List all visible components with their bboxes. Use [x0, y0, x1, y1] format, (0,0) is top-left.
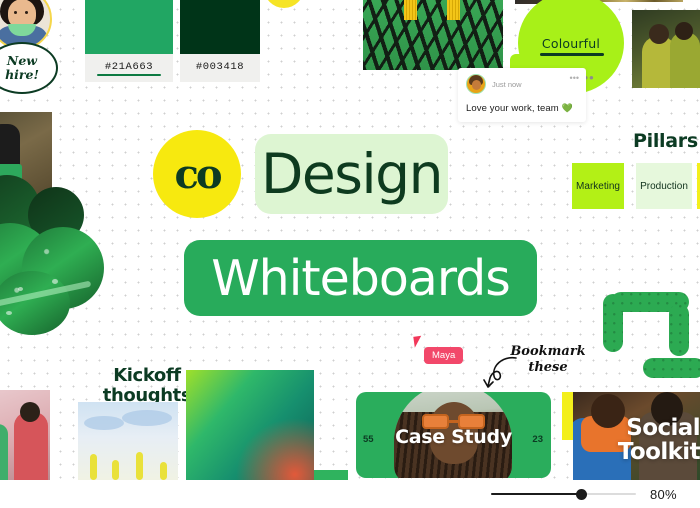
tube-segment: [669, 304, 689, 356]
new-hire-line-1: New: [6, 52, 38, 68]
photo-grass: [160, 462, 167, 480]
comment-message: Love your work, team 💚: [466, 103, 578, 114]
new-hire-line-2: hire!: [5, 67, 39, 82]
photo-person-a: [14, 412, 48, 480]
social-toolkit-line-2: Toolkit: [617, 439, 700, 466]
whiteboard-canvas[interactable]: New hire! #21A663 #003418 Colourful •••: [0, 0, 700, 480]
social-toolkit-line-1: Social: [626, 415, 700, 441]
clover-photo-mask[interactable]: [0, 175, 106, 335]
water-droplet: [6, 311, 12, 315]
photo-person-2: [670, 32, 700, 88]
comment-avatar-face: [472, 80, 481, 90]
comment-menu-icon[interactable]: •••: [570, 73, 579, 83]
avatar-eye-left: [14, 11, 17, 14]
sticky-note-label: Marketing: [576, 180, 620, 192]
co-logo-text: co: [174, 150, 222, 198]
color-swatch-card[interactable]: #003418: [180, 0, 260, 82]
green-tube-shape[interactable]: [603, 286, 700, 378]
green-edge-shape: [314, 470, 348, 480]
photo-sky-field[interactable]: [78, 402, 178, 480]
yellow-arc-shape: [264, 0, 304, 8]
sticky-note-label: Production: [640, 180, 688, 192]
whiteboards-text: Whiteboards: [211, 249, 511, 307]
bookmark-line-2: these: [528, 360, 568, 376]
water-droplet: [52, 279, 58, 284]
photo-person-b: [0, 424, 8, 480]
collaborator-cursor: Maya: [413, 335, 484, 366]
swatch-underline: [97, 73, 161, 76]
zoom-level-label: 80%: [650, 486, 677, 502]
case-study-card[interactable]: 55 23 Case Study: [356, 392, 551, 478]
photo-cloud: [122, 410, 172, 426]
design-heading-text: Design: [261, 142, 443, 206]
zoom-slider-fill: [491, 492, 581, 496]
color-hex-label: #21A663: [104, 61, 154, 73]
comment-avatar: [466, 74, 486, 94]
social-toolkit-card[interactable]: Social Toolkit: [573, 392, 700, 480]
new-hire-badge[interactable]: New hire!: [0, 42, 58, 94]
comment-timestamp: Just now: [492, 79, 522, 89]
color-swatch-card[interactable]: #21A663: [85, 0, 173, 82]
comment-card[interactable]: Just now ••• Love your work, team 💚: [458, 68, 586, 122]
bookmark-line-1: Bookmark: [510, 344, 586, 359]
water-droplet: [18, 287, 23, 291]
photo-gradient-texture[interactable]: [186, 370, 314, 480]
avatar-eye-right: [25, 11, 28, 14]
cursor-arrow-icon: [413, 335, 427, 348]
photo-grass: [90, 454, 97, 480]
bubble-text: Colourful: [539, 35, 605, 56]
comment-message-text: Love your work, team: [466, 103, 559, 114]
photo-head-1: [649, 24, 669, 44]
color-hex-label: #003418: [195, 61, 245, 73]
photo-thumbnail-strip[interactable]: [597, 0, 683, 2]
photo-zebra-dress[interactable]: [363, 0, 503, 70]
photo-cloud: [84, 416, 124, 430]
zoom-slider-knob[interactable]: [575, 488, 587, 500]
bottom-toolbar[interactable]: 80%: [0, 480, 700, 508]
photo-head-a: [20, 402, 40, 422]
photo-earring-left: [404, 0, 417, 20]
tube-segment: [643, 358, 700, 378]
sunglasses-bridge: [449, 420, 458, 423]
social-toolkit-label: Social Toolkit: [573, 416, 700, 464]
green-heart-icon: 💚: [561, 103, 573, 113]
co-logo[interactable]: co: [153, 130, 241, 218]
zoom-slider[interactable]: [491, 487, 636, 501]
whiteboards-banner[interactable]: Whiteboards: [184, 240, 537, 316]
color-chip: [85, 0, 173, 54]
photo-grass: [112, 460, 119, 480]
sticky-note-marketing[interactable]: Marketing: [572, 163, 624, 209]
pillars-title: Pillars: [633, 130, 698, 152]
sticky-note-production[interactable]: Production: [636, 163, 692, 209]
zebra-pattern: [363, 0, 503, 70]
design-heading-chip[interactable]: Design: [255, 134, 448, 214]
case-study-label: Case Study: [395, 426, 512, 448]
photo-grass: [136, 452, 143, 480]
comment-header: Just now: [466, 74, 578, 94]
photo-head-2: [675, 22, 693, 40]
cursor-user-label: Maya: [424, 347, 464, 364]
photo-kitchen[interactable]: [0, 390, 50, 480]
photo-two-people[interactable]: [632, 10, 700, 88]
bookmark-annotation: Bookmark these: [500, 344, 596, 377]
color-chip: [180, 0, 260, 54]
photo-earring-right: [447, 0, 460, 20]
